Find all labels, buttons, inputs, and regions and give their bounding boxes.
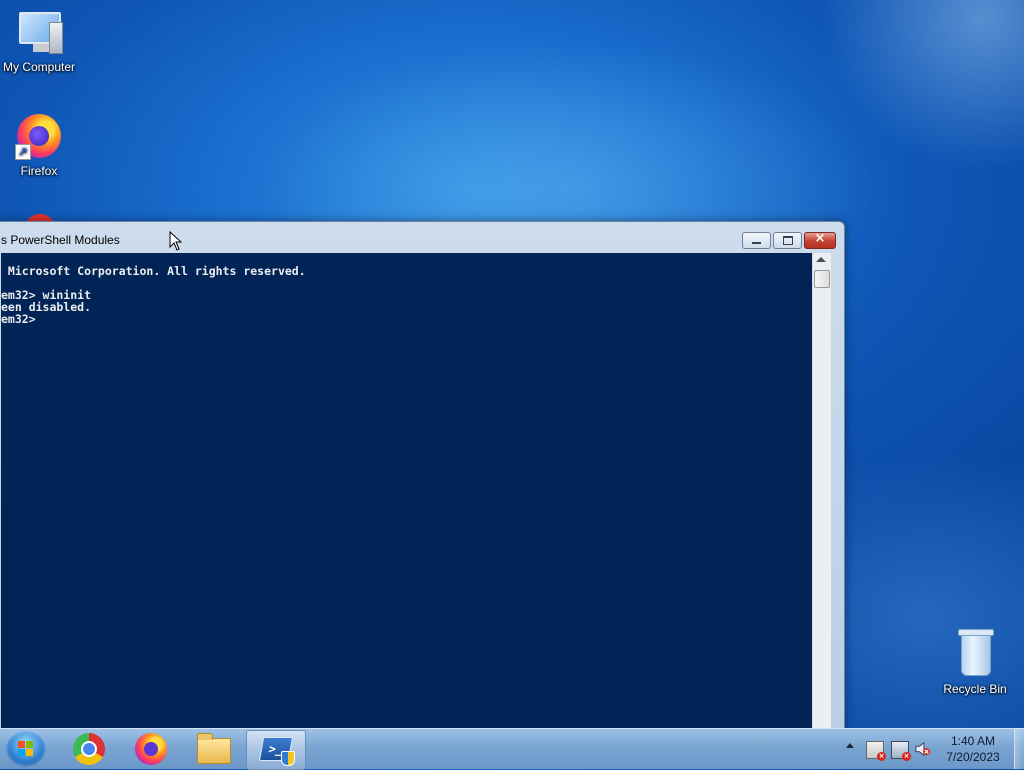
console-output[interactable]: Microsoft Corporation. All rights reserv… <box>1 253 812 729</box>
uac-shield-icon <box>281 751 295 766</box>
taskbar-clock[interactable]: 1:40 AM 7/20/2023 <box>930 733 1016 765</box>
desktop-glow <box>820 0 1024 170</box>
powershell-window[interactable]: s PowerShell Modules × Microsoft Corpora… <box>0 221 845 731</box>
maximize-icon <box>783 236 793 245</box>
clock-date: 7/20/2023 <box>946 750 1000 764</box>
clock-time: 1:40 AM <box>950 734 996 748</box>
taskbar-firefox[interactable] <box>122 730 180 768</box>
firefox-icon: ↗ <box>15 112 63 160</box>
desktop-icon-my-computer[interactable]: My Computer <box>0 8 78 74</box>
console-text: Microsoft Corporation. All rights reserv… <box>1 265 306 325</box>
network-icon[interactable]: × <box>891 741 911 761</box>
minimize-icon <box>752 242 761 244</box>
close-button[interactable]: × <box>804 231 836 249</box>
start-button[interactable] <box>6 731 46 767</box>
maximize-button[interactable] <box>773 232 802 249</box>
chrome-icon <box>73 733 105 765</box>
close-icon: × <box>814 231 826 246</box>
windows-logo-icon <box>18 741 34 757</box>
desktop-icon-recycle-bin[interactable]: Recycle Bin <box>936 629 1014 696</box>
shortcut-arrow-icon: ↗ <box>15 144 31 160</box>
show-desktop-button[interactable] <box>1014 729 1024 769</box>
volume-muted-icon[interactable] <box>915 741 931 757</box>
desktop-icon-label: Firefox <box>20 164 58 178</box>
taskbar-powershell[interactable]: >_ <box>246 730 306 770</box>
minimize-button[interactable] <box>742 232 771 249</box>
folder-icon <box>197 733 231 764</box>
window-title: s PowerShell Modules <box>1 233 120 247</box>
window-controls: × <box>742 231 836 249</box>
console-prompt: em32> <box>1 312 36 326</box>
console-line: Microsoft Corporation. All rights reserv… <box>1 264 306 278</box>
recycle-bin-icon <box>951 629 999 678</box>
desktop-icon-firefox[interactable]: ↗ Firefox <box>0 112 78 178</box>
desktop-icon-label: My Computer <box>2 60 76 74</box>
vertical-scrollbar[interactable] <box>812 253 831 729</box>
scrollbar-thumb[interactable] <box>814 270 830 288</box>
window-titlebar[interactable]: s PowerShell Modules × <box>0 222 844 253</box>
firefox-icon <box>135 733 167 765</box>
desktop-icon-label: Recycle Bin <box>943 682 1007 696</box>
scroll-up-arrow-icon[interactable] <box>816 257 826 262</box>
computer-icon <box>15 8 63 56</box>
mouse-cursor-icon <box>169 231 183 251</box>
show-hidden-icons-arrow[interactable] <box>846 743 854 748</box>
action-center-flag-icon[interactable]: × <box>866 741 886 761</box>
taskbar-chrome[interactable] <box>60 730 118 768</box>
taskbar-explorer[interactable] <box>184 730 242 768</box>
taskbar: >_ × × 1:40 AM 7/20/2023 <box>0 728 1024 770</box>
